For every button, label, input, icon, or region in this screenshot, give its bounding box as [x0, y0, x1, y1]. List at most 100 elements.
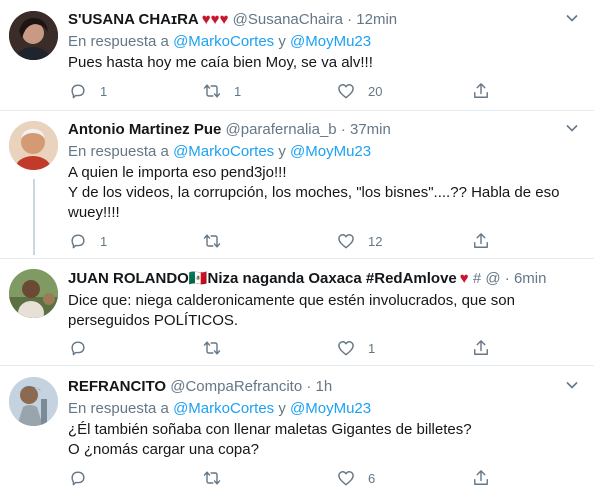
retweet-icon: [203, 341, 221, 355]
retweet-icon: [203, 471, 221, 485]
separator-dot: ·: [347, 11, 353, 28]
tweet-actions: 1 1 20: [68, 81, 498, 101]
reply-button[interactable]: [68, 338, 100, 358]
retweet-button[interactable]: [202, 338, 234, 358]
heart-icon: [338, 471, 354, 486]
tweet-text: Dice que: niega calderonicamente que est…: [68, 291, 584, 331]
chevron-down-icon[interactable]: [566, 379, 578, 394]
retweet-button[interactable]: [202, 468, 234, 488]
like-button[interactable]: 1: [336, 338, 375, 358]
heart-icon: [338, 234, 354, 249]
tweet[interactable]: JUAN ROLANDO🇲🇽Niza naganda Oaxaca #RedAm…: [0, 259, 594, 366]
heart-icon: [338, 84, 354, 99]
replying-to: En respuesta a @MarkoCortes y @MoyMu23: [68, 399, 584, 419]
avatar[interactable]: [9, 269, 58, 318]
name-emoji: ♥: [459, 270, 469, 287]
reply-prefix: En respuesta a: [68, 143, 169, 160]
tweet-content: REFRANCITO @CompaRefrancito · 1h En resp…: [68, 377, 584, 460]
chevron-down-icon[interactable]: [566, 12, 578, 27]
user-handle[interactable]: @CompaRefrancito: [170, 378, 302, 395]
replying-to: En respuesta a @MarkoCortes y @MoyMu23: [68, 32, 584, 52]
display-name[interactable]: REFRANCITO: [68, 378, 166, 395]
tweet-text-line: Dice que: niega calderonicamente que est…: [68, 292, 515, 309]
tweet-text: ¿Él también soñaba con llenar maletas Gi…: [68, 420, 584, 460]
retweet-button[interactable]: [202, 231, 234, 251]
timestamp[interactable]: 1h: [316, 378, 333, 395]
separator-dot: ·: [306, 378, 312, 395]
user-handle[interactable]: @SusanaChaira: [233, 11, 343, 28]
tweet-content: S'USANA CHAɪRA ♥♥♥ @SusanaChaira · 12min …: [68, 10, 584, 73]
like-count: 20: [368, 83, 383, 99]
share-icon: [474, 470, 488, 485]
tweet-content: Antonio Martinez Pue @parafernalia_b · 3…: [68, 120, 584, 223]
tweet[interactable]: S'USANA CHAɪRA ♥♥♥ @SusanaChaira · 12min …: [0, 0, 594, 111]
tweet-text-line: Pues hasta hoy me caía bien Moy, se va a…: [68, 54, 373, 71]
heart-icon: [338, 341, 354, 356]
reply-and: y: [278, 143, 286, 160]
tweet-text-line: ¿Él también soñaba con llenar maletas Gi…: [68, 421, 472, 438]
like-count: 1: [368, 340, 376, 356]
like-button[interactable]: 12: [336, 231, 382, 251]
user-handle[interactable]: @parafernalia_b: [226, 121, 337, 138]
reply-button[interactable]: 1: [68, 231, 107, 251]
tweet-content: JUAN ROLANDO🇲🇽Niza naganda Oaxaca #RedAm…: [68, 269, 584, 331]
mention-link[interactable]: @MoyMu23: [290, 33, 371, 50]
tweet-text: A quien le importa eso pend3jo!!! Y de l…: [68, 163, 584, 223]
retweet-icon: [203, 234, 221, 248]
tweet-text-line: O ¿nomás cargar una copa?: [68, 441, 259, 458]
conversation-timeline: S'USANA CHAɪRA ♥♥♥ @SusanaChaira · 12min …: [0, 0, 594, 501]
tweet-header: Antonio Martinez Pue @parafernalia_b · 3…: [68, 120, 584, 140]
tweet[interactable]: Antonio Martinez Pue @parafernalia_b · 3…: [0, 111, 594, 259]
display-name[interactable]: JUAN ROLANDO🇲🇽Niza naganda Oaxaca #RedAm…: [68, 270, 457, 287]
share-icon: [474, 340, 488, 355]
reply-icon: [71, 341, 85, 356]
mention-link[interactable]: @MarkoCortes: [173, 400, 274, 417]
timestamp[interactable]: 37min: [350, 121, 391, 138]
name-emoji: ♥♥♥: [201, 11, 229, 28]
display-name[interactable]: Antonio Martinez Pue: [68, 121, 221, 138]
tweet-text-line: perseguidos POLÍTICOS.: [68, 312, 239, 329]
share-button[interactable]: [471, 231, 491, 251]
mention-link[interactable]: @MoyMu23: [290, 143, 371, 160]
like-button[interactable]: 20: [336, 81, 382, 101]
reply-icon: [71, 84, 85, 99]
share-icon: [474, 233, 488, 248]
tweet-header: REFRANCITO @CompaRefrancito · 1h: [68, 377, 584, 397]
reply-and: y: [278, 400, 286, 417]
retweet-count: 1: [234, 83, 242, 99]
replying-to: En respuesta a @MarkoCortes y @MoyMu23: [68, 142, 584, 162]
chevron-down-icon[interactable]: [566, 122, 578, 137]
tweet-text-line: Y de los videos, la corrupción, los moch…: [68, 184, 560, 201]
display-name[interactable]: S'USANA CHAɪRA: [68, 11, 199, 28]
avatar[interactable]: [9, 121, 58, 170]
reply-prefix: En respuesta a: [68, 33, 169, 50]
reply-icon: [71, 471, 85, 486]
tweet-header: JUAN ROLANDO🇲🇽Niza naganda Oaxaca #RedAm…: [68, 269, 584, 289]
reply-count: 1: [100, 233, 108, 249]
timestamp[interactable]: 12min: [356, 11, 397, 28]
like-count: 12: [368, 233, 383, 249]
mention-link[interactable]: @MoyMu23: [290, 400, 371, 417]
tweet-actions: 1: [68, 338, 498, 358]
retweet-button[interactable]: 1: [202, 81, 241, 101]
share-button[interactable]: [471, 468, 491, 488]
avatar[interactable]: [9, 377, 58, 426]
reply-icon: [71, 234, 85, 249]
timestamp[interactable]: 6min: [514, 270, 547, 287]
user-handle[interactable]: # @: [473, 270, 501, 287]
like-button[interactable]: 6: [336, 468, 375, 488]
reply-count: 1: [100, 83, 108, 99]
like-count: 6: [368, 470, 376, 486]
reply-button[interactable]: [68, 468, 100, 488]
share-icon: [474, 83, 488, 98]
share-button[interactable]: [471, 81, 491, 101]
tweet[interactable]: REFRANCITO @CompaRefrancito · 1h En resp…: [0, 366, 594, 501]
reply-button[interactable]: 1: [68, 81, 107, 101]
separator-dot: ·: [504, 270, 510, 287]
retweet-icon: [203, 84, 221, 98]
mention-link[interactable]: @MarkoCortes: [173, 143, 274, 160]
share-button[interactable]: [471, 338, 491, 358]
tweet-text-line: wuey!!!!: [68, 204, 120, 221]
avatar[interactable]: [9, 11, 58, 60]
mention-link[interactable]: @MarkoCortes: [173, 33, 274, 50]
